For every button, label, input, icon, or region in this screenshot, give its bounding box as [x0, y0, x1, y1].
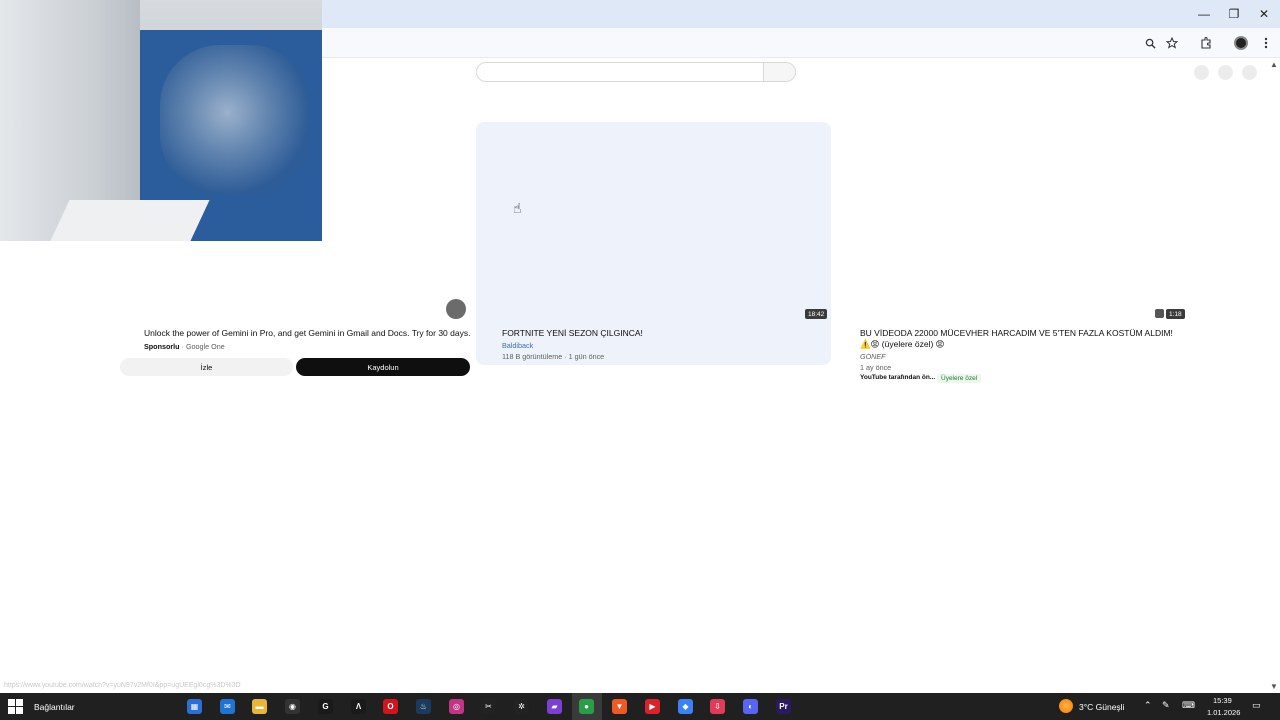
menu-icon[interactable]	[1256, 33, 1276, 53]
copilot-icon[interactable]: ◆	[678, 699, 693, 714]
hand-cursor-icon: ☝	[513, 200, 522, 216]
video-title[interactable]: BU VİDEODA 22000 MÜCEVHER HARCADIM VE 5'…	[860, 328, 1180, 350]
members-only-badge: Üyelere özel	[937, 374, 982, 383]
youtube-note: YouTube tarafından ön...	[860, 374, 936, 381]
close-button[interactable]: ✕	[1249, 0, 1279, 28]
ad-signup-button[interactable]: Kaydolun	[296, 358, 470, 376]
weather-text[interactable]: 3°C Güneşli	[1079, 702, 1124, 712]
profile-icon[interactable]	[1231, 33, 1251, 53]
status-url: https://www.youtube.com/watch?v=yuN97v2M…	[4, 682, 241, 689]
videoplayer-icon[interactable]: ▶	[645, 699, 660, 714]
ad-advertiser-avatar[interactable]	[446, 299, 466, 319]
taskbar-links-label[interactable]: Bağlantılar	[34, 702, 75, 712]
webcam-mousepad-artwork	[160, 45, 310, 195]
live-chat-icon	[1155, 309, 1164, 318]
video-channel[interactable]: GONEF	[860, 352, 886, 361]
store-icon[interactable]: ▦	[187, 699, 202, 714]
premiere-icon[interactable]: Pr	[776, 699, 791, 714]
video-meta: 118 B görüntüleme · 1 gün önce	[502, 352, 605, 361]
ad-title[interactable]: Unlock the power of Gemini in Pro, and g…	[144, 328, 470, 338]
tray-chevron-icon[interactable]: ⌃	[1144, 700, 1152, 711]
create-icon[interactable]	[1194, 65, 1209, 80]
extensions-icon[interactable]	[1196, 33, 1216, 53]
g-hub-icon[interactable]: G	[318, 699, 333, 714]
video-duration-badge: 18:42	[805, 309, 828, 319]
mail-icon[interactable]: ✉	[220, 699, 235, 714]
chrome-icon[interactable]: ●	[579, 699, 594, 714]
windows-start-icon[interactable]	[8, 699, 23, 714]
scroll-up-arrow-icon[interactable]: ▲	[1270, 60, 1278, 69]
search-input[interactable]	[476, 62, 764, 82]
webcam-shelf	[50, 200, 210, 241]
webcam-overlay	[0, 0, 322, 241]
file-explorer-icon[interactable]: ▬	[252, 699, 267, 714]
star-icon[interactable]	[1162, 33, 1182, 53]
arch-icon[interactable]: Λ	[351, 699, 366, 714]
restore-button[interactable]: ❐	[1219, 0, 1249, 28]
clock-time[interactable]: 15:39	[1213, 696, 1232, 705]
chatgpt-icon[interactable]: ✲	[514, 699, 529, 714]
zoom-icon[interactable]	[1140, 33, 1160, 53]
screen: — ❐ ✕ Unlock the power of Gemini in Pro,…	[0, 0, 1280, 720]
notes-icon[interactable]: ▰	[547, 699, 562, 714]
account-avatar[interactable]	[1242, 65, 1257, 80]
steam-icon[interactable]: ♨	[416, 699, 431, 714]
brave-icon[interactable]: ▼	[612, 699, 627, 714]
capcut-icon[interactable]: ✂	[481, 699, 496, 714]
weather-icon[interactable]	[1059, 699, 1073, 713]
opera-icon[interactable]: O	[383, 699, 398, 714]
ad-sponsor-line: Sponsorlu · Google One	[144, 342, 225, 351]
scroll-down-arrow-icon[interactable]: ▼	[1270, 682, 1278, 691]
video-title[interactable]: FORTNITE YENİ SEZON ÇILGINCA!	[502, 328, 643, 338]
notifications-icon[interactable]	[1218, 65, 1233, 80]
keyboard-icon[interactable]: ⌨	[1182, 700, 1195, 711]
minimize-button[interactable]: —	[1189, 0, 1219, 28]
video-channel[interactable]: Baldiback	[502, 341, 533, 350]
instagram-icon[interactable]: ◎	[449, 699, 464, 714]
ad-watch-button[interactable]: İzle	[120, 358, 293, 376]
pen-icon[interactable]: ✎	[1162, 700, 1170, 711]
video-meta: 1 ay önce	[860, 363, 892, 372]
recorder-icon[interactable]: ◉	[285, 699, 300, 714]
video-duration-badge: 1:18	[1166, 309, 1185, 319]
search-button[interactable]	[764, 62, 796, 82]
notification-icon[interactable]: ▭	[1252, 700, 1261, 711]
ad-sponsored-label: Sponsorlu	[144, 342, 180, 351]
discord-icon[interactable]: ◐	[743, 699, 758, 714]
ad-advertiser[interactable]: Google One	[186, 342, 225, 351]
downloader-icon[interactable]: ⇩	[710, 699, 725, 714]
clock-date[interactable]: 1.01.2026	[1207, 708, 1240, 717]
